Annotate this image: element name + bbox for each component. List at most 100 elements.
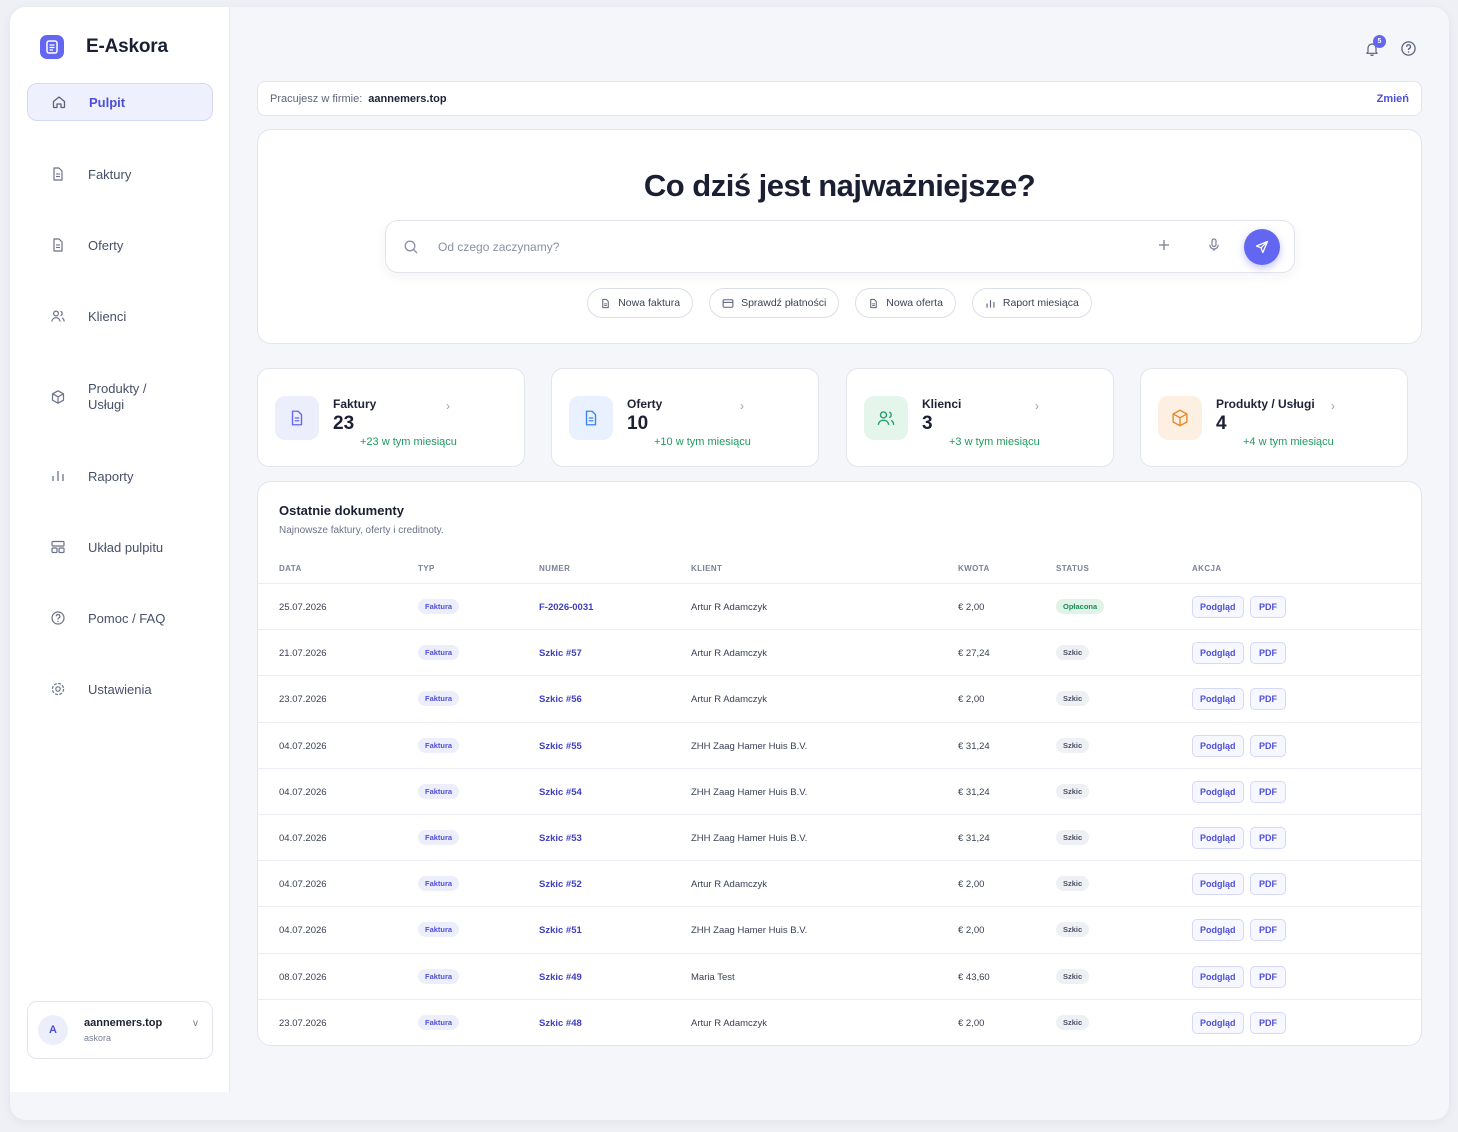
- preview-button[interactable]: Podgląd: [1192, 873, 1244, 896]
- cell-date: 25.07.2026: [279, 602, 327, 613]
- type-badge: Faktura: [418, 645, 460, 661]
- pdf-button[interactable]: PDF: [1250, 596, 1286, 618]
- document-icon: [870, 298, 878, 308]
- preview-button[interactable]: Podgląd: [1192, 780, 1244, 803]
- stat-label: Faktury: [333, 397, 377, 411]
- send-button[interactable]: [1244, 229, 1280, 265]
- chevron-down-icon: v: [193, 1018, 198, 1029]
- bar-chart-icon: [986, 299, 995, 308]
- document-number-link[interactable]: Szkic #56: [539, 694, 582, 705]
- sidebar-item-label: Raporty: [88, 468, 134, 484]
- voice-input-button[interactable]: [1206, 237, 1222, 258]
- cell-amount: € 2,00: [958, 879, 985, 891]
- users-icon: [51, 310, 65, 322]
- cell-date: 04.07.2026: [279, 879, 327, 891]
- preview-button[interactable]: Podgląd: [1192, 688, 1244, 711]
- stat-card-clients[interactable]: Klienci 3 +3 w tym miesiącu ›: [846, 368, 1114, 467]
- status-badge: Szkic: [1056, 829, 1090, 845]
- search-input[interactable]: [438, 235, 1118, 259]
- sidebar-item-oferty[interactable]: Oferty: [27, 226, 213, 264]
- chip-label: Nowa oferta: [886, 297, 943, 309]
- help-button[interactable]: [1400, 40, 1417, 62]
- type-badge: Faktura: [418, 599, 460, 614]
- cell-client: ZHH Zaag Hamer Huis B.V.: [691, 832, 808, 844]
- send-icon: [1255, 240, 1269, 254]
- sidebar-item-raporty[interactable]: Raporty: [27, 457, 213, 495]
- pdf-button[interactable]: PDF: [1250, 688, 1286, 711]
- account-switcher[interactable]: A aannemers.top askora v: [27, 1001, 213, 1059]
- type-badge: Faktura: [418, 783, 460, 799]
- sidebar-item-pomoc[interactable]: Pomoc / FAQ: [27, 599, 213, 637]
- chip-label: Raport miesiąca: [1002, 297, 1079, 309]
- assistant-search: [385, 220, 1295, 273]
- preview-button[interactable]: Podgląd: [1192, 734, 1244, 757]
- pdf-button[interactable]: PDF: [1250, 965, 1286, 988]
- document-number-link[interactable]: Szkic #53: [539, 833, 582, 844]
- stat-card-invoices[interactable]: Faktury 23 +23 w tym miesiącu ›: [257, 368, 525, 467]
- preview-button[interactable]: Podgląd: [1192, 919, 1244, 942]
- cell-amount: € 2,00: [958, 925, 985, 937]
- column-header-type: TYP: [418, 564, 435, 573]
- preview-button[interactable]: Podgląd: [1192, 596, 1244, 618]
- sidebar-item-klienci[interactable]: Klienci: [27, 297, 213, 335]
- quick-action-new-offer[interactable]: Nowa oferta: [855, 288, 956, 318]
- pdf-button[interactable]: PDF: [1250, 919, 1286, 942]
- quick-action-new-invoice[interactable]: Nowa faktura: [587, 288, 694, 318]
- pdf-button[interactable]: PDF: [1250, 873, 1286, 896]
- preview-button[interactable]: Podgląd: [1192, 826, 1244, 849]
- stat-card-offers[interactable]: Oferty 10 +10 w tym miesiącu ›: [551, 368, 819, 467]
- chip-label: Nowa faktura: [618, 297, 681, 309]
- table-row: 23.07.2026 Faktura Szkic #48 Artur R Adamcz…: [258, 998, 1421, 1045]
- quick-actions: Nowa faktura Sprawdź płatności Nowa ofer…: [258, 288, 1421, 318]
- sidebar-item-uklad-pulpitu[interactable]: Układ pulpitu: [27, 528, 213, 566]
- document-number-link[interactable]: Szkic #54: [539, 787, 582, 798]
- sidebar-item-faktury[interactable]: Faktury: [27, 155, 213, 193]
- pdf-button[interactable]: PDF: [1250, 780, 1286, 803]
- preview-button[interactable]: Podgląd: [1192, 1011, 1244, 1034]
- brand[interactable]: E-Askora: [40, 35, 168, 59]
- cell-date: 04.07.2026: [279, 925, 327, 937]
- document-number-link[interactable]: Szkic #52: [539, 879, 582, 890]
- top-toolbar: 5: [1364, 34, 1417, 62]
- status-badge: Opłacona: [1056, 599, 1105, 614]
- layout-icon: [51, 540, 65, 554]
- pdf-button[interactable]: PDF: [1250, 826, 1286, 849]
- hero-panel: Co dziś jest najważniejsze? Nowa faktura…: [257, 129, 1422, 344]
- document-number-link[interactable]: Szkic #49: [539, 972, 582, 983]
- document-number-link[interactable]: Szkic #48: [539, 1018, 582, 1029]
- type-badge: Faktura: [418, 968, 460, 984]
- document-number-link[interactable]: F-2026-0031: [539, 602, 593, 613]
- pdf-button[interactable]: PDF: [1250, 734, 1286, 757]
- sidebar-item-ustawienia[interactable]: Ustawienia: [27, 670, 213, 708]
- company-bar: Pracujesz w firmie: aannemers.top Zmień: [257, 81, 1422, 116]
- sidebar: E-Askora Pulpit Faktury Oferty Klienci P…: [10, 7, 230, 1092]
- sidebar-item-produkty[interactable]: Produkty / Usługi: [27, 373, 213, 421]
- quick-action-check-payments[interactable]: Sprawdź płatności: [709, 288, 840, 318]
- type-badge: Faktura: [418, 691, 460, 707]
- preview-button[interactable]: Podgląd: [1192, 642, 1244, 665]
- sidebar-item-label: Klienci: [88, 308, 127, 324]
- pdf-button[interactable]: PDF: [1250, 1011, 1286, 1034]
- stat-card-products[interactable]: Produkty / Usługi 4 +4 w tym miesiącu ›: [1140, 368, 1408, 467]
- users-icon: [864, 396, 908, 440]
- table-row: 04.07.2026 Faktura Szkic #55 ZHH Zaag Hamer…: [258, 721, 1421, 768]
- avatar: A: [38, 1015, 68, 1045]
- change-company-button[interactable]: Zmień: [1377, 93, 1409, 105]
- type-badge: Faktura: [418, 737, 460, 753]
- document-number-link[interactable]: Szkic #51: [539, 925, 582, 936]
- quick-action-monthly-report[interactable]: Raport miesiąca: [971, 288, 1092, 318]
- add-attachment-button[interactable]: [1156, 237, 1172, 258]
- sidebar-item-pulpit[interactable]: Pulpit: [27, 83, 213, 121]
- search-icon: [404, 240, 418, 254]
- preview-button[interactable]: Podgląd: [1192, 965, 1244, 988]
- help-icon: [1401, 41, 1416, 56]
- cell-client: Artur R Adamczyk: [691, 1017, 768, 1029]
- pdf-button[interactable]: PDF: [1250, 642, 1286, 665]
- document-number-link[interactable]: Szkic #57: [539, 648, 582, 659]
- notifications-button[interactable]: 5: [1364, 34, 1386, 62]
- cell-client: Artur R Adamczyk: [691, 602, 768, 613]
- cell-amount: € 2,00: [958, 694, 985, 706]
- cell-client: ZHH Zaag Hamer Huis B.V.: [691, 925, 808, 937]
- hero-title: Co dziś jest najważniejsze?: [643, 168, 1036, 203]
- document-number-link[interactable]: Szkic #55: [539, 741, 582, 752]
